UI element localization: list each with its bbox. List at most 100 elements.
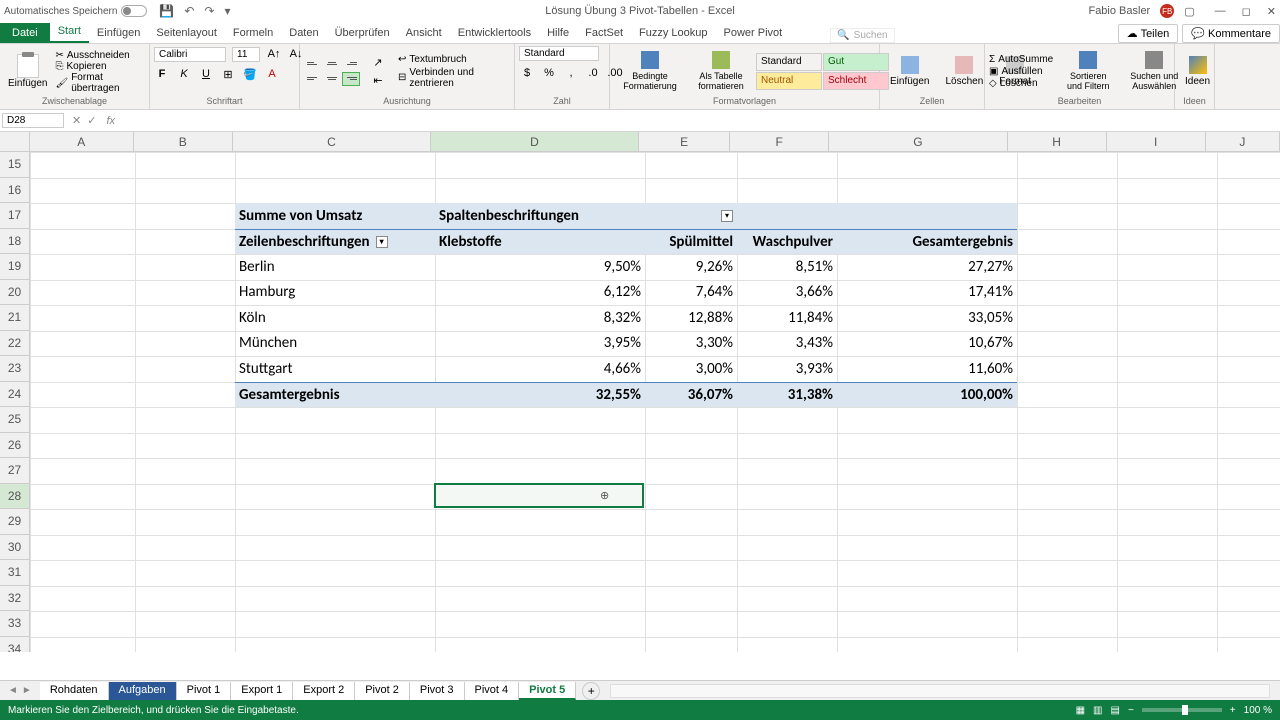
sheet-tab[interactable]: Pivot 4 — [465, 682, 520, 700]
cell[interactable]: 31,38% — [737, 382, 837, 408]
share-button[interactable]: ☁Teilen — [1118, 24, 1179, 43]
comments-button[interactable]: 💬Kommentare — [1182, 24, 1280, 43]
orientation-button[interactable]: ↗ — [370, 54, 386, 70]
cell[interactable]: Zeilenbeschriftungen▾ — [235, 229, 435, 255]
align-bottom-right[interactable] — [342, 72, 360, 86]
increase-font-icon[interactable]: A↑ — [266, 46, 282, 62]
minimize-icon[interactable]: — — [1215, 5, 1226, 18]
cell[interactable]: Waschpulver — [737, 229, 837, 255]
wrap-text-button[interactable]: ↩Textumbruch — [398, 54, 510, 65]
align-top-center[interactable] — [323, 57, 341, 71]
fill-color-button[interactable]: 🪣 — [242, 66, 258, 82]
cell[interactable]: Spülmittel — [645, 229, 737, 255]
style-neutral[interactable]: Neutral — [756, 72, 822, 90]
percent-button[interactable]: % — [541, 65, 557, 81]
cell[interactable]: Klebstoffe — [435, 229, 645, 255]
row-header-19[interactable]: 19 — [0, 254, 30, 280]
search-box[interactable]: 🔍 Suchen — [830, 28, 894, 43]
align-bottom-left[interactable] — [304, 72, 322, 86]
cell[interactable]: 33,05% — [837, 305, 1017, 331]
cell[interactable]: 27,27% — [837, 254, 1017, 280]
cell[interactable]: 11,60% — [837, 356, 1017, 382]
cancel-formula-icon[interactable]: ✕ — [72, 114, 81, 127]
sheet-tab[interactable]: Export 1 — [231, 682, 293, 700]
sheet-tab[interactable]: Pivot 5 — [519, 682, 576, 700]
active-cell-selection[interactable] — [434, 483, 644, 509]
bold-button[interactable]: F — [154, 66, 170, 82]
cell[interactable]: 3,00% — [645, 356, 737, 382]
row-header-27[interactable]: 27 — [0, 458, 30, 484]
tab-data[interactable]: Daten — [281, 23, 326, 43]
row-header-24[interactable]: 24 — [0, 382, 30, 408]
insert-cells-button[interactable]: Einfügen — [884, 54, 935, 89]
cell[interactable]: München — [235, 331, 435, 357]
delete-cells-button[interactable]: Löschen — [939, 54, 989, 89]
row-header-26[interactable]: 26 — [0, 433, 30, 459]
comma-button[interactable]: , — [563, 65, 579, 81]
align-top-left[interactable] — [304, 57, 322, 71]
cell[interactable]: 12,88% — [645, 305, 737, 331]
user-info[interactable]: Fabio Basler FB ▢ — ◻ ✕ — [1088, 4, 1276, 18]
cell[interactable]: 3,95% — [435, 331, 645, 357]
ideas-button[interactable]: Ideen — [1179, 54, 1216, 89]
undo-icon[interactable]: ↶ — [184, 4, 194, 18]
add-sheet-button[interactable]: + — [582, 682, 600, 700]
col-header-H[interactable]: H — [1008, 132, 1107, 152]
cell[interactable]: 3,43% — [737, 331, 837, 357]
row-dropdown-icon[interactable]: ▾ — [376, 236, 388, 248]
ribbon-display-icon[interactable]: ▢ — [1184, 5, 1194, 18]
cell[interactable] — [737, 203, 837, 229]
sheet-tab[interactable]: Pivot 1 — [177, 682, 232, 700]
underline-button[interactable]: U — [198, 66, 214, 82]
spreadsheet-grid[interactable]: ABCDEFGHIJ 15161718192021222324252627282… — [0, 132, 1280, 652]
italic-button[interactable]: K — [176, 66, 192, 82]
tab-fuzzy[interactable]: Fuzzy Lookup — [631, 23, 715, 43]
sort-filter-button[interactable]: Sortieren und Filtern — [1057, 49, 1119, 93]
cell[interactable]: Hamburg — [235, 280, 435, 306]
col-header-C[interactable]: C — [233, 132, 431, 152]
fill-button[interactable]: ▣Ausfüllen — [989, 66, 1053, 77]
format-as-table-button[interactable]: Als Tabelle formatieren — [690, 49, 752, 93]
row-header-29[interactable]: 29 — [0, 509, 30, 535]
zoom-slider[interactable] — [1142, 708, 1222, 712]
merge-center-button[interactable]: ⊟Verbinden und zentrieren — [398, 67, 510, 89]
cell[interactable]: 100,00% — [837, 382, 1017, 408]
cell[interactable] — [837, 203, 1017, 229]
tab-formulas[interactable]: Formeln — [225, 23, 281, 43]
cut-button[interactable]: ✂Ausschneiden — [55, 50, 145, 61]
avatar[interactable]: FB — [1160, 4, 1174, 18]
col-header-F[interactable]: F — [730, 132, 829, 152]
formula-input[interactable] — [119, 115, 1280, 127]
cell[interactable]: Köln — [235, 305, 435, 331]
sheet-tab[interactable]: Pivot 2 — [355, 682, 410, 700]
fx-icon[interactable]: fx — [102, 115, 119, 127]
name-box[interactable] — [2, 113, 64, 128]
zoom-out-icon[interactable]: − — [1128, 705, 1134, 716]
indent-decrease-button[interactable]: ⇤ — [370, 72, 386, 88]
cell[interactable]: 3,66% — [737, 280, 837, 306]
redo-icon[interactable]: ↷ — [204, 4, 214, 18]
tab-start[interactable]: Start — [50, 21, 89, 43]
align-top-right[interactable] — [342, 57, 360, 71]
cell[interactable]: Berlin — [235, 254, 435, 280]
border-button[interactable]: ⊞ — [220, 66, 236, 82]
cell[interactable]: 6,12% — [435, 280, 645, 306]
row-header-16[interactable]: 16 — [0, 178, 30, 204]
tab-insert[interactable]: Einfügen — [89, 23, 148, 43]
qat-dropdown-icon[interactable]: ▾ — [224, 4, 230, 18]
clear-button[interactable]: ◇Löschen — [989, 78, 1053, 89]
cell[interactable]: 4,66% — [435, 356, 645, 382]
col-header-D[interactable]: D — [431, 132, 639, 152]
row-header-34[interactable]: 34 — [0, 637, 30, 653]
cell[interactable]: 9,50% — [435, 254, 645, 280]
decimal-inc-button[interactable]: .0 — [585, 65, 601, 81]
cell[interactable]: 9,26% — [645, 254, 737, 280]
cell[interactable]: 11,84% — [737, 305, 837, 331]
auto-save-toggle[interactable] — [121, 5, 147, 17]
row-header-20[interactable]: 20 — [0, 280, 30, 306]
font-size-select[interactable]: 11 — [232, 47, 260, 62]
paste-button[interactable]: Einfügen — [4, 52, 51, 91]
cell[interactable]: 17,41% — [837, 280, 1017, 306]
sheet-tab[interactable]: Export 2 — [293, 682, 355, 700]
sheet-tab[interactable]: Rohdaten — [40, 682, 109, 700]
